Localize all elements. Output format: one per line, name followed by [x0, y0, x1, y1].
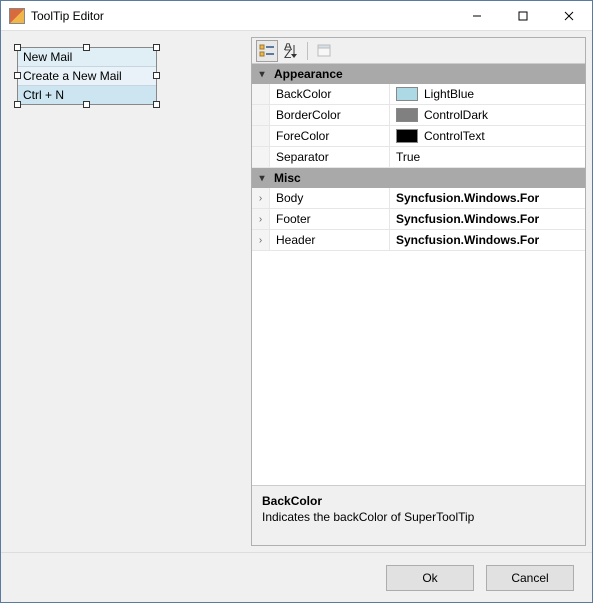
resize-handle-nw[interactable] — [14, 44, 21, 51]
resize-handle-n[interactable] — [83, 44, 90, 51]
prop-row-body[interactable]: › Body Syncfusion.Windows.For — [252, 188, 585, 209]
category-appearance[interactable]: ▾ Appearance — [252, 64, 585, 84]
resize-handle-e[interactable] — [153, 72, 160, 79]
color-swatch — [396, 129, 418, 143]
prop-value-text: Syncfusion.Windows.For — [396, 191, 539, 205]
category-label: Misc — [274, 171, 301, 185]
prop-value-text: ControlDark — [424, 108, 488, 122]
tooltip-editor-window: ToolTip Editor New Mail Create a New Mai… — [0, 0, 593, 603]
prop-name: Body — [270, 188, 390, 208]
design-surface[interactable]: New Mail Create a New Mail Ctrl + N — [7, 37, 247, 546]
row-gutter — [252, 126, 270, 146]
window-title: ToolTip Editor — [31, 9, 454, 23]
category-misc[interactable]: ▾ Misc — [252, 168, 585, 188]
app-icon — [9, 8, 25, 24]
expand-icon[interactable]: › — [252, 230, 270, 250]
prop-value[interactable]: ControlDark — [390, 105, 585, 125]
prop-row-bordercolor[interactable]: BorderColor ControlDark — [252, 105, 585, 126]
propertygrid-toolbar: A Z — [252, 38, 585, 64]
color-swatch — [396, 87, 418, 101]
prop-value[interactable]: ControlText — [390, 126, 585, 146]
property-grid[interactable]: ▾ Appearance BackColor LightBlue BorderC… — [252, 64, 585, 485]
titlebar[interactable]: ToolTip Editor — [1, 1, 592, 31]
toolbar-separator — [307, 42, 308, 60]
prop-name: Separator — [270, 147, 390, 167]
description-pane: BackColor Indicates the backColor of Sup… — [252, 485, 585, 545]
row-gutter — [252, 84, 270, 104]
dialog-footer: Ok Cancel — [1, 552, 592, 602]
prop-value[interactable]: Syncfusion.Windows.For — [390, 209, 585, 229]
resize-handle-w[interactable] — [14, 72, 21, 79]
prop-name: BorderColor — [270, 105, 390, 125]
prop-row-separator[interactable]: Separator True — [252, 147, 585, 168]
prop-value[interactable]: True — [390, 147, 585, 167]
tooltip-preview[interactable]: New Mail Create a New Mail Ctrl + N — [17, 47, 157, 105]
categorized-button[interactable] — [256, 40, 278, 62]
description-text: Indicates the backColor of SuperToolTip — [262, 510, 575, 524]
color-swatch — [396, 108, 418, 122]
prop-name: BackColor — [270, 84, 390, 104]
prop-row-header[interactable]: › Header Syncfusion.Windows.For — [252, 230, 585, 251]
prop-value[interactable]: LightBlue — [390, 84, 585, 104]
chevron-down-icon: ▾ — [256, 69, 268, 80]
prop-value-text: True — [396, 150, 420, 164]
categorized-icon — [259, 43, 275, 59]
prop-value-text: ControlText — [424, 129, 485, 143]
maximize-button[interactable] — [500, 1, 546, 30]
resize-handle-ne[interactable] — [153, 44, 160, 51]
property-pages-icon — [316, 43, 332, 59]
description-title: BackColor — [262, 494, 575, 508]
prop-value[interactable]: Syncfusion.Windows.For — [390, 188, 585, 208]
category-label: Appearance — [274, 67, 343, 81]
content-area: New Mail Create a New Mail Ctrl + N — [1, 31, 592, 552]
prop-name: Footer — [270, 209, 390, 229]
close-button[interactable] — [546, 1, 592, 30]
row-gutter — [252, 105, 270, 125]
alphabetical-button[interactable]: A Z — [280, 40, 302, 62]
minimize-button[interactable] — [454, 1, 500, 30]
cancel-button[interactable]: Cancel — [486, 565, 574, 591]
prop-row-footer[interactable]: › Footer Syncfusion.Windows.For — [252, 209, 585, 230]
expand-icon[interactable]: › — [252, 188, 270, 208]
preview-body: Create a New Mail — [18, 66, 156, 86]
ok-button[interactable]: Ok — [386, 565, 474, 591]
property-grid-panel: A Z ▾ Appearance — [251, 37, 586, 546]
property-pages-button[interactable] — [313, 40, 335, 62]
prop-name: ForeColor — [270, 126, 390, 146]
prop-value-text: LightBlue — [424, 87, 474, 101]
expand-icon[interactable]: › — [252, 209, 270, 229]
resize-handle-s[interactable] — [83, 101, 90, 108]
chevron-down-icon: ▾ — [256, 173, 268, 184]
resize-handle-sw[interactable] — [14, 101, 21, 108]
prop-value-text: Syncfusion.Windows.For — [396, 212, 539, 226]
prop-row-forecolor[interactable]: ForeColor ControlText — [252, 126, 585, 147]
svg-text:Z: Z — [284, 47, 291, 59]
alphabetical-icon: A Z — [283, 43, 299, 59]
prop-name: Header — [270, 230, 390, 250]
resize-handle-se[interactable] — [153, 101, 160, 108]
prop-value-text: Syncfusion.Windows.For — [396, 233, 539, 247]
prop-value[interactable]: Syncfusion.Windows.For — [390, 230, 585, 250]
row-gutter — [252, 147, 270, 167]
prop-row-backcolor[interactable]: BackColor LightBlue — [252, 84, 585, 105]
